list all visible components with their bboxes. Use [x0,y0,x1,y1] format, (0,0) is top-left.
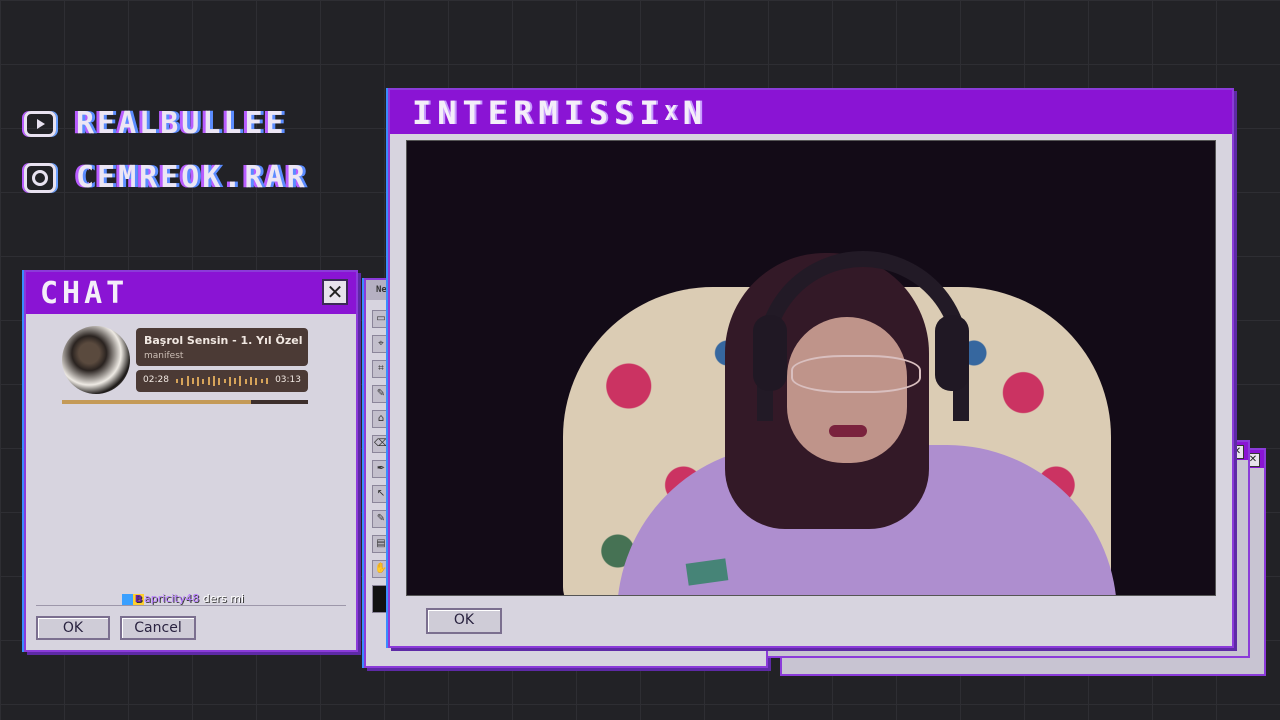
now-playing-widget: Başrol Sensin - 1. Yıl Özel manifest 02:… [62,326,308,406]
chat-text: ders mi [202,592,245,605]
track-time: 02:28 03:13 [136,370,308,392]
track-info: Başrol Sensin - 1. Yıl Özel manifest [136,328,308,366]
chat-username[interactable]: apricity48 [144,592,199,605]
chat-close-button[interactable]: ✕ [322,279,348,305]
title-text: INTERMISSI [412,94,665,132]
duration-time: 03:13 [275,375,301,385]
instagram-handle: CEMREOK.RAR [76,160,308,195]
title-glitch-x: X [664,101,683,125]
chat-divider [36,605,346,606]
cancel-button[interactable]: Cancel [120,616,196,640]
intermission-title: INTERMISSIXN [390,90,1232,134]
social-youtube[interactable]: REALBULLEE [24,106,287,141]
track-progress-bar[interactable] [62,400,308,404]
instagram-icon [24,162,56,193]
webcam-view [406,140,1216,596]
chat-window: CHAT ✕ Başrol Sensin - 1. Yıl Özel manif… [24,270,358,652]
youtube-handle: REALBULLEE [76,106,287,141]
track-artist: manifest [144,351,184,361]
youtube-icon [24,110,56,137]
title-end: N [682,94,708,132]
badge-b-icon: B [133,593,144,605]
ok-button[interactable]: OK [426,608,502,634]
album-art [62,326,130,394]
track-progress-fill [62,400,252,404]
waveform-icon [176,376,268,386]
color-tint [407,141,1215,595]
badge-icon [122,593,133,605]
chat-title: CHAT [26,272,356,314]
chat-message: Bapricity48 ders mi [122,592,244,605]
ok-button[interactable]: OK [36,616,110,640]
intermission-window: INTERMISSIXN OK [388,88,1234,648]
track-title: Başrol Sensin - 1. Yıl Özel [144,334,303,347]
social-instagram[interactable]: CEMREOK.RAR [24,160,308,195]
elapsed-time: 02:28 [143,375,169,385]
